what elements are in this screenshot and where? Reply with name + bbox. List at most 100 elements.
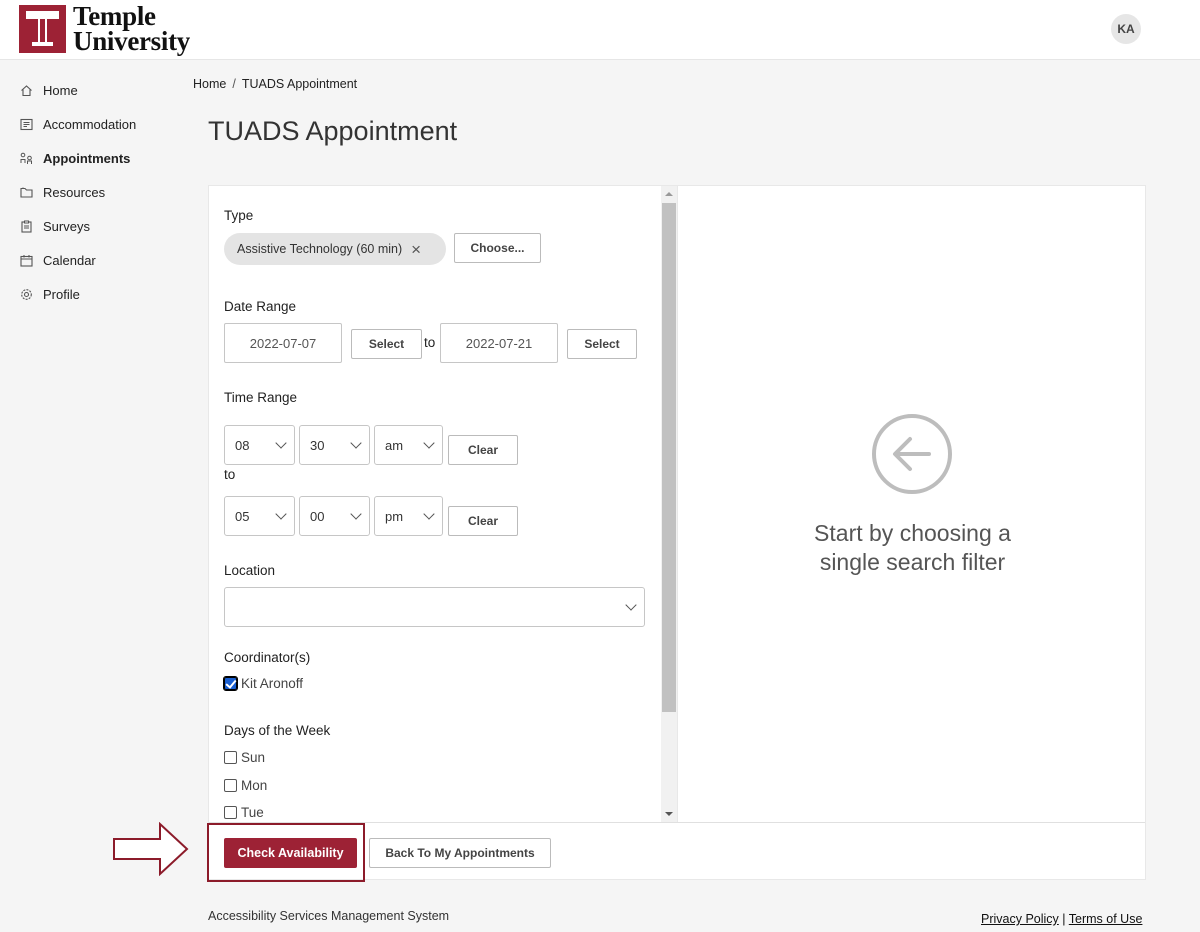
sidebar-item-resources[interactable]: Resources (0, 175, 180, 209)
start-time-clear-button[interactable]: Clear (448, 435, 518, 465)
scroll-thumb[interactable] (662, 203, 676, 712)
date-to-text: to (424, 335, 436, 350)
choose-type-button[interactable]: Choose... (454, 233, 541, 263)
coordinators-label: Coordinator(s) (224, 650, 311, 665)
start-ampm-select[interactable]: am (374, 425, 443, 465)
list-icon (19, 117, 33, 131)
scroll-down-icon[interactable] (665, 812, 673, 816)
sidebar-item-label: Home (43, 82, 78, 98)
results-pane: Start by choosing a single search filter (677, 186, 1146, 822)
calendar-icon (19, 253, 33, 267)
breadcrumb-separator: / (232, 77, 236, 91)
chevron-down-icon (423, 437, 435, 449)
privacy-policy-link[interactable]: Privacy Policy (981, 912, 1059, 926)
close-icon[interactable]: × (411, 241, 421, 258)
chevron-down-icon (275, 508, 287, 520)
start-hour-value: 08 (235, 437, 250, 453)
sidebar-item-accommodation[interactable]: Accommodation (0, 107, 180, 141)
sidebar-item-profile[interactable]: Profile (0, 277, 180, 311)
chevron-down-icon (350, 437, 362, 449)
empty-state-message: Start by choosing a single search filter (678, 519, 1147, 577)
day-label: Sun (241, 750, 266, 765)
type-chip: Assistive Technology (60 min) × (224, 233, 446, 265)
day-sun[interactable]: Sun (224, 750, 265, 765)
sidebar-item-label: Resources (43, 184, 106, 200)
logo-text: Temple University (73, 3, 190, 56)
location-select[interactable] (224, 587, 645, 627)
end-minute-value: 00 (310, 508, 325, 524)
coordinator-name: Kit Aronoff (241, 676, 304, 691)
day-checkbox[interactable] (224, 779, 237, 792)
sidebar-item-label: Surveys (43, 218, 90, 234)
footer-separator: | (1062, 912, 1066, 926)
type-chip-label: Assistive Technology (60 min) (237, 242, 403, 256)
breadcrumb-current: TUADS Appointment (241, 77, 358, 91)
top-bar: Temple University KA (0, 0, 1200, 60)
time-range-label: Time Range (224, 390, 298, 405)
chevron-down-icon (275, 437, 287, 449)
filter-scrollbar[interactable] (661, 186, 677, 822)
sidebar: Home Accommodation Appointments Resource… (0, 73, 180, 311)
day-label: Tue (241, 805, 264, 820)
clipboard-icon (19, 219, 33, 233)
chevron-down-icon (423, 508, 435, 520)
highlight-box (207, 823, 365, 882)
end-date-select-button[interactable]: Select (567, 329, 637, 359)
sidebar-item-label: Accommodation (43, 116, 137, 132)
start-minute-select[interactable]: 30 (299, 425, 370, 465)
day-tue[interactable]: Tue (224, 805, 264, 820)
scroll-up-icon[interactable] (665, 192, 673, 196)
sidebar-item-label: Profile (43, 286, 80, 302)
footer-links: Privacy Policy | Terms of Use (981, 912, 1142, 926)
arrow-right-icon (113, 822, 189, 876)
end-ampm-value: pm (385, 508, 404, 524)
footer-system-name: Accessibility Services Management System (208, 909, 450, 923)
page-title: TUADS Appointment (208, 116, 458, 146)
day-mon[interactable]: Mon (224, 778, 267, 793)
sidebar-item-label: Appointments (43, 150, 131, 166)
gear-icon (19, 287, 33, 301)
chevron-down-icon (350, 508, 362, 520)
back-to-appointments-button[interactable]: Back To My Appointments (369, 838, 551, 868)
filter-pane: Type Assistive Technology (60 min) × Cho… (209, 186, 661, 822)
temple-t-icon (19, 5, 66, 53)
avatar[interactable]: KA (1111, 14, 1141, 44)
terms-of-use-link[interactable]: Terms of Use (1069, 912, 1143, 926)
coordinator-checkbox[interactable] (223, 676, 238, 691)
chevron-down-icon (625, 599, 637, 611)
days-label: Days of the Week (224, 723, 331, 738)
start-minute-value: 30 (310, 437, 325, 453)
end-ampm-select[interactable]: pm (374, 496, 443, 536)
breadcrumb-home[interactable]: Home (193, 77, 226, 91)
end-date-input[interactable]: 2022-07-21 (440, 323, 558, 363)
day-label: Mon (241, 778, 268, 793)
sidebar-item-label: Calendar (43, 252, 96, 268)
empty-state-line-2: single search filter (819, 549, 1006, 575)
end-hour-select[interactable]: 05 (224, 496, 295, 536)
sidebar-item-appointments[interactable]: Appointments (0, 141, 180, 175)
day-checkbox[interactable] (224, 806, 237, 819)
sidebar-item-calendar[interactable]: Calendar (0, 243, 180, 277)
coordinator-kit-aronoff[interactable]: Kit Aronoff (223, 676, 304, 691)
sidebar-item-surveys[interactable]: Surveys (0, 209, 180, 243)
location-label: Location (224, 563, 276, 578)
end-minute-select[interactable]: 00 (299, 496, 370, 536)
day-checkbox[interactable] (224, 751, 237, 764)
start-date-input[interactable]: 2022-07-07 (224, 323, 342, 363)
end-hour-value: 05 (235, 508, 250, 524)
start-hour-select[interactable]: 08 (224, 425, 295, 465)
arrow-left-circle-icon (872, 414, 952, 494)
time-to-text: to (224, 467, 236, 482)
appointments-icon (19, 151, 33, 165)
appointment-search-card: Type Assistive Technology (60 min) × Cho… (208, 185, 1146, 880)
end-time-clear-button[interactable]: Clear (448, 506, 518, 536)
sidebar-item-home[interactable]: Home (0, 73, 180, 107)
start-date-select-button[interactable]: Select (351, 329, 422, 359)
logo-line-2: University (73, 26, 190, 56)
folder-icon (19, 185, 33, 199)
start-ampm-value: am (385, 437, 404, 453)
type-label: Type (224, 208, 254, 223)
date-range-label: Date Range (224, 299, 297, 314)
temple-logo[interactable]: Temple University (19, 2, 190, 56)
empty-state-line-1: Start by choosing a (814, 520, 1011, 546)
